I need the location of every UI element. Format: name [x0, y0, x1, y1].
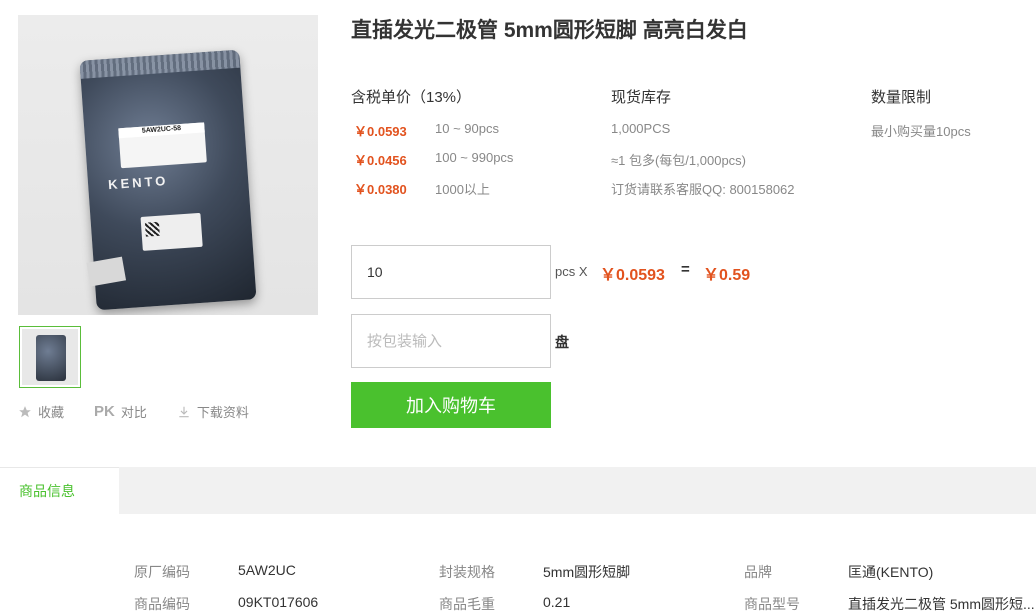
download-button[interactable]: 下载资料 — [177, 402, 249, 421]
spec-key: 品牌 — [744, 564, 772, 580]
spec-value: 5mm圆形短脚 — [543, 564, 631, 580]
favorite-label: 收藏 — [38, 405, 65, 420]
tier-price: ￥0.0593 — [354, 124, 407, 139]
bag-label: 5AW2UC-58 — [118, 122, 207, 169]
pk-icon: PK — [94, 403, 115, 420]
price-tier: ￥0.0593 10 ~ 90pcs — [351, 121, 499, 140]
spec-key: 商品型号 — [744, 596, 800, 612]
product-main-image[interactable]: 5AW2UC-58 KENTO — [18, 15, 318, 315]
package-input[interactable] — [351, 314, 551, 368]
quantity-unit: pcs X — [555, 264, 588, 279]
tab-bar: 商品信息 — [0, 467, 1036, 514]
quantity-input[interactable] — [351, 245, 551, 299]
add-to-cart-button[interactable]: 加入购物车 — [351, 382, 551, 428]
product-actions: 收藏 PK 对比 下载资料 — [18, 402, 279, 421]
product-title: 直插发光二极管 5mm圆形短脚 高亮白发白 — [351, 19, 748, 42]
favorite-button[interactable]: 收藏 — [18, 402, 64, 421]
thumbnail-image — [22, 329, 78, 385]
calc-total-price: ￥0.59 — [703, 267, 751, 284]
compare-label: 对比 — [120, 405, 147, 420]
spec-value: 5AW2UC — [238, 562, 296, 578]
product-bag-photo: 5AW2UC-58 KENTO — [79, 49, 257, 311]
spec-value: 09KT017606 — [238, 594, 319, 610]
bag-sticker — [86, 256, 127, 287]
limit-min: 最小购买量10pcs — [871, 124, 971, 139]
product-thumbnail[interactable] — [19, 326, 81, 388]
spec-key: 原厂编码 — [134, 564, 190, 580]
spec-value: 匡通(KENTO) — [848, 564, 934, 580]
price-tier: ￥0.0456 100 ~ 990pcs — [351, 150, 513, 169]
spec-value: 0.21 — [543, 594, 571, 610]
bag-qr-label — [140, 212, 203, 251]
bag-brand-text: KENTO — [107, 172, 169, 193]
stock-pack: ≈1 包多(每包/1,000pcs) — [611, 153, 747, 168]
calc-unit-price: ￥0.0593 — [600, 267, 665, 284]
qr-code-icon — [144, 221, 160, 237]
download-label: 下载资料 — [196, 405, 249, 420]
package-unit: 盘 — [555, 334, 569, 350]
star-icon — [18, 405, 32, 419]
stock-contact: 订货请联系客服QQ: 800158062 — [611, 182, 795, 197]
spec-key: 商品编码 — [134, 596, 190, 612]
stock-header: 现货库存 — [611, 89, 672, 106]
spec-key: 商品毛重 — [439, 596, 495, 612]
tier-price: ￥0.0456 — [354, 153, 407, 168]
spec-value: 直插发光二极管 5mm圆形短... — [848, 596, 1035, 612]
stock-qty: 1,000PCS — [611, 121, 671, 136]
spec-key: 封装规格 — [439, 564, 495, 580]
limit-header: 数量限制 — [871, 89, 932, 106]
price-header: 含税单价（13%） — [351, 89, 472, 106]
compare-button[interactable]: PK 对比 — [94, 402, 147, 421]
tab-product-info[interactable]: 商品信息 — [0, 467, 119, 514]
tier-range: 100 ~ 990pcs — [435, 150, 514, 165]
bag-label-text: 5AW2UC-58 — [118, 122, 205, 139]
tier-range: 1000以上 — [435, 182, 490, 197]
calc-equals: = — [681, 261, 690, 278]
tier-range: 10 ~ 90pcs — [435, 121, 499, 136]
tier-price: ￥0.0380 — [354, 182, 407, 197]
price-tier: ￥0.0380 1000以上 — [351, 179, 490, 198]
download-icon — [177, 405, 191, 419]
